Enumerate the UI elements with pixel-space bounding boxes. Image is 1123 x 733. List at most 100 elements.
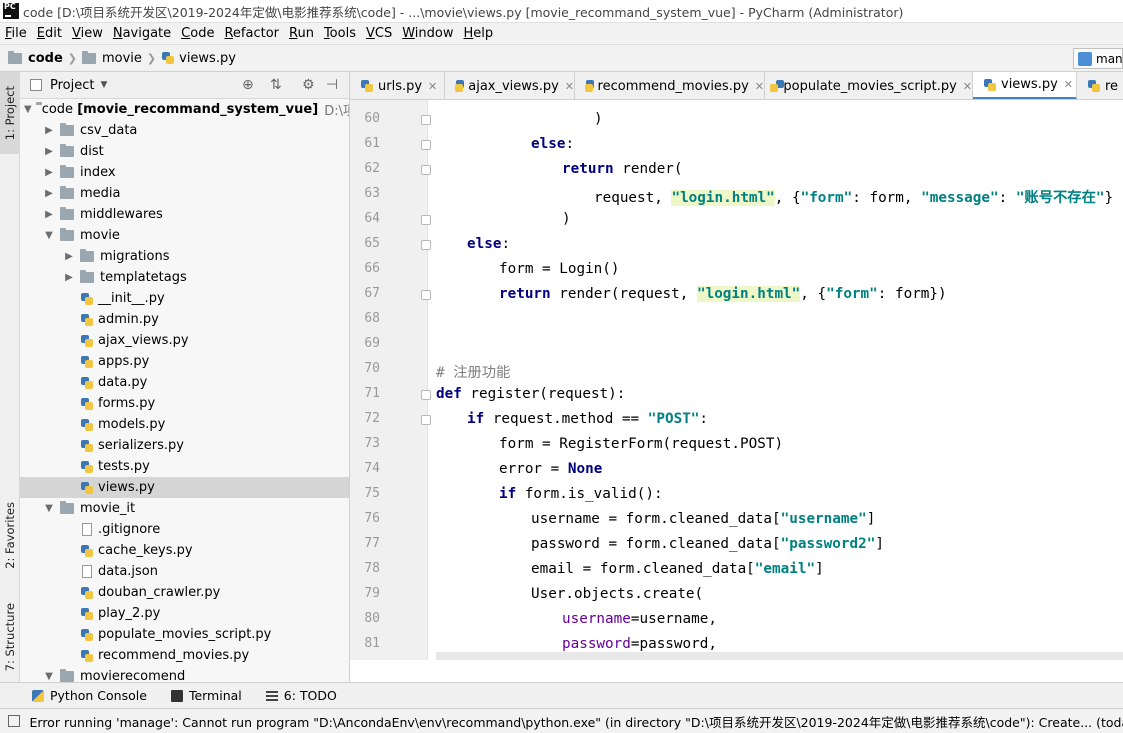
folder-icon [60, 228, 74, 241]
locate-target-icon[interactable]: ⊕ [242, 77, 254, 93]
tree-item-data-json[interactable]: data.json [20, 561, 349, 582]
tree-item-label: ajax_views.py [98, 333, 189, 348]
tree-item-apps-py[interactable]: apps.py [20, 351, 349, 372]
tree-item-movierecomend[interactable]: ▼ movierecomend [20, 666, 349, 682]
breadcrumb-root[interactable]: code [8, 50, 63, 66]
chevron-down-icon[interactable]: ▼ [42, 503, 56, 514]
code-text: render( [613, 161, 683, 177]
tab-terminal[interactable]: Terminal [170, 688, 242, 703]
tool-window-project-tab[interactable]: 1: Project [0, 72, 20, 154]
tree-item-middlewares[interactable]: ▶ middlewares [20, 204, 349, 225]
chevron-down-icon[interactable]: ▼ [42, 671, 56, 682]
tree-item-csv-data[interactable]: ▶ csv_data [20, 120, 349, 141]
tab-overflow[interactable]: re [1077, 72, 1123, 99]
menu-navigate[interactable]: Navigate [108, 26, 176, 41]
fold-marker-icon[interactable] [421, 165, 431, 175]
status-message[interactable]: Error running 'manage': Cannot run progr… [30, 712, 1123, 731]
close-icon[interactable]: ✕ [963, 80, 972, 93]
fold-marker-icon[interactable] [421, 415, 431, 425]
chevron-right-icon[interactable]: ▶ [42, 188, 56, 199]
chevron-down-icon[interactable]: ▼ [42, 230, 56, 241]
tab-urls-py[interactable]: urls.py ✕ [350, 72, 445, 99]
code-text: error = [499, 461, 568, 477]
chevron-down-icon[interactable]: ▼ [24, 104, 32, 115]
tree-item-ajax-views-py[interactable]: ajax_views.py [20, 330, 349, 351]
tab-recommend-movies-py[interactable]: recommend_movies.py ✕ [575, 72, 765, 99]
folder-icon [80, 270, 94, 283]
chevron-right-icon[interactable]: ▶ [62, 272, 76, 283]
tool-window-structure-tab[interactable]: 7: Structure [0, 592, 20, 682]
chevron-right-icon[interactable]: ▶ [42, 167, 56, 178]
python-file-icon [80, 586, 94, 600]
tree-item-play-2-py[interactable]: play_2.py [20, 603, 349, 624]
tree-item-cache-keys-py[interactable]: cache_keys.py [20, 540, 349, 561]
tool-window-favorites-tab[interactable]: 2: Favorites [0, 490, 20, 580]
code-editor[interactable]: 60 61 62 63 64 65 66 67 68 69 70 71 72 73 74 75 76 77 78 79… [350, 100, 1123, 660]
chevron-right-icon[interactable]: ▶ [42, 209, 56, 220]
close-icon[interactable]: ✕ [565, 80, 574, 93]
tree-item-views-py[interactable]: views.py [20, 477, 349, 498]
tab-ajax-views-py[interactable]: ajax_views.py ✕ [445, 72, 575, 99]
tree-item-serializers-py[interactable]: serializers.py [20, 435, 349, 456]
menu-code[interactable]: Code [176, 26, 219, 41]
tree-item-admin-py[interactable]: admin.py [20, 309, 349, 330]
tree-item-models-py[interactable]: models.py [20, 414, 349, 435]
tree-item-tests-py[interactable]: tests.py [20, 456, 349, 477]
menu-refactor[interactable]: Refactor [219, 26, 284, 41]
tree-item-dist[interactable]: ▶ dist [20, 141, 349, 162]
tree-item-douban-crawler-py[interactable]: douban_crawler.py [20, 582, 349, 603]
gear-icon[interactable]: ⚙ [302, 77, 315, 93]
tree-item-data-py[interactable]: data.py [20, 372, 349, 393]
fold-marker-icon[interactable] [421, 140, 431, 150]
close-icon[interactable]: ✕ [428, 80, 437, 93]
hide-panel-icon[interactable]: ⊣ [326, 77, 338, 93]
menu-run[interactable]: Run [284, 26, 319, 41]
event-log-icon[interactable] [8, 715, 20, 727]
collapse-all-icon[interactable]: ⇅ [270, 77, 282, 93]
breadcrumb-file[interactable]: views.py [161, 51, 236, 66]
tree-item-templatetags[interactable]: ▶ templatetags [20, 267, 349, 288]
tree-item-populate-movies-script-py[interactable]: populate_movies_script.py [20, 624, 349, 645]
fold-marker-icon[interactable] [421, 240, 431, 250]
run-configuration-select[interactable]: man [1073, 48, 1123, 69]
tree-item-gitignore[interactable]: .gitignore [20, 519, 349, 540]
menu-view[interactable]: View [67, 26, 108, 41]
tab-populate-movies-script-py[interactable]: populate_movies_script.py ✕ [765, 72, 973, 99]
fold-marker-icon[interactable] [421, 215, 431, 225]
tree-item-movie[interactable]: ▼ movie [20, 225, 349, 246]
tab-todo[interactable]: 6: TODO [265, 688, 337, 703]
close-icon[interactable]: ✕ [1064, 78, 1073, 91]
tree-root[interactable]: ▼ code [movie_recommand_system_vue] D:\项… [20, 99, 349, 120]
code-text: password = form.cleaned_data[ [531, 536, 781, 552]
tree-item-media[interactable]: ▶ media [20, 183, 349, 204]
project-panel-title[interactable]: Project [50, 78, 94, 93]
tree-item-movie-it[interactable]: ▼ movie_it [20, 498, 349, 519]
tree-item-forms-py[interactable]: forms.py [20, 393, 349, 414]
fold-marker-icon[interactable] [421, 290, 431, 300]
menu-window[interactable]: Window [397, 26, 458, 41]
folder-icon [81, 50, 96, 64]
breadcrumb-folder[interactable]: movie [81, 50, 142, 66]
chevron-down-icon[interactable]: ▼ [100, 80, 107, 90]
tree-item-init-py[interactable]: __init__.py [20, 288, 349, 309]
menu-help[interactable]: Help [459, 26, 499, 41]
close-icon[interactable]: ✕ [755, 80, 764, 93]
tab-views-py[interactable]: views.py ✕ [973, 72, 1077, 99]
fold-marker-icon[interactable] [421, 115, 431, 125]
menu-edit[interactable]: Edit [32, 26, 67, 41]
menu-file[interactable]: File [0, 26, 32, 41]
chevron-right-icon[interactable]: ▶ [62, 251, 76, 262]
chevron-right-icon[interactable]: ▶ [42, 125, 56, 136]
tree-item-index[interactable]: ▶ index [20, 162, 349, 183]
keyword-argument: username [562, 611, 631, 627]
tree-item-migrations[interactable]: ▶ migrations [20, 246, 349, 267]
menu-vcs[interactable]: VCS [361, 26, 397, 41]
editor-horizontal-scrollbar[interactable] [436, 652, 1123, 660]
chevron-right-icon[interactable]: ▶ [42, 146, 56, 157]
tree-item-recommend-movies-py[interactable]: recommend_movies.py [20, 645, 349, 666]
menu-tools[interactable]: Tools [319, 26, 361, 41]
tab-python-console[interactable]: Python Console [32, 688, 147, 703]
fold-marker-icon[interactable] [421, 390, 431, 400]
python-console-icon [32, 689, 44, 702]
tree-root-label: code [41, 102, 74, 117]
